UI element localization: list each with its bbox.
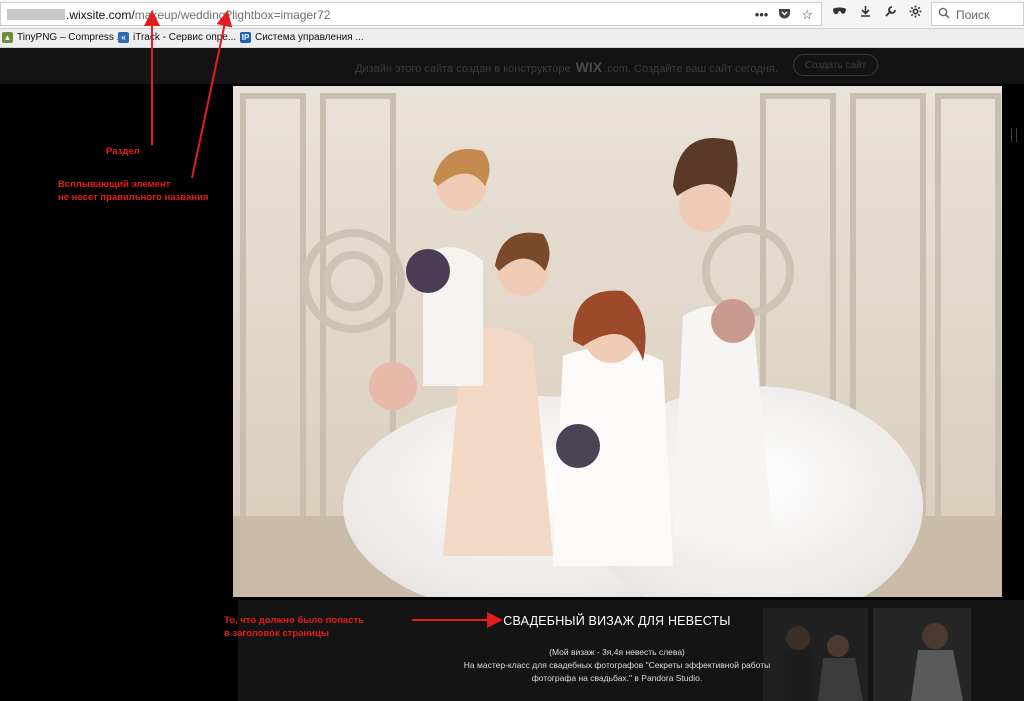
annotation-line: в заголовок страницы: [224, 628, 329, 639]
arrow-to-lightbox: [191, 10, 233, 179]
annotation-arrows: [144, 10, 503, 628]
annotation-line: То, что должно было попасть: [224, 615, 364, 626]
annotation-line: не несет правильного названия: [58, 192, 209, 203]
annotation-section: Раздел: [106, 146, 140, 157]
annotation-popup: Всплывающий элемент не несет правильного…: [58, 178, 208, 204]
annotation-line: Всплывающий элемент: [58, 179, 171, 190]
annotation-title: То, что должно было попасть в заголовок …: [224, 614, 364, 640]
